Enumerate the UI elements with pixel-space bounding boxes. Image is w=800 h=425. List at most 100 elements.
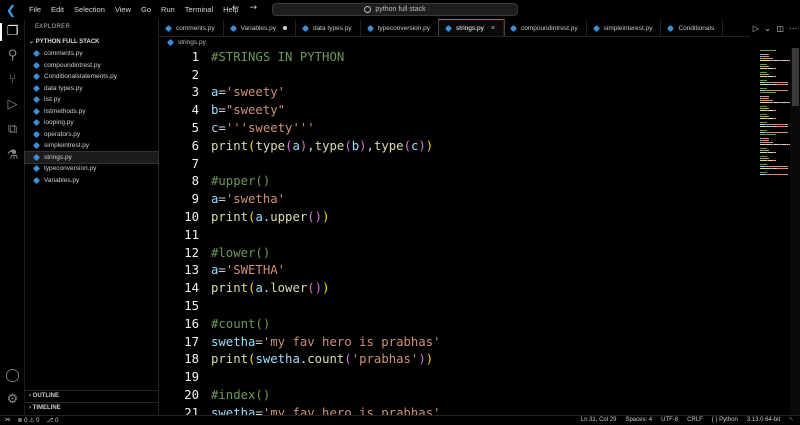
outline-section[interactable]: › OUTLINE	[25, 390, 159, 401]
code-line[interactable]: 16 #count()	[159, 315, 270, 333]
code-line[interactable]: 3 a='sweety'	[159, 84, 285, 102]
code-line[interactable]: 2	[159, 66, 199, 84]
code-line[interactable]: 17 swetha='my fav hero is prabhas'	[159, 333, 440, 351]
code-line[interactable]: 4 b="sweety"	[159, 101, 285, 119]
file-item[interactable]: comments.py	[25, 48, 158, 60]
run-python-icon[interactable]: ▷	[753, 24, 759, 33]
file-item[interactable]: list.py	[25, 94, 158, 106]
menu-selection[interactable]: Selection	[69, 5, 110, 14]
code-line[interactable]: 11	[159, 226, 199, 244]
line-code: swetha='my fav hero is prabhas'	[211, 335, 441, 349]
source-control-icon[interactable]: ⑂	[4, 71, 21, 88]
code-line[interactable]: 1 #STRINGS IN PYTHON	[159, 48, 345, 66]
code-line[interactable]: 19	[159, 368, 199, 386]
code-token: swetha	[211, 334, 256, 349]
back-arrow-icon[interactable]: ←	[232, 3, 240, 13]
code-token: type	[373, 138, 404, 153]
minimap[interactable]	[757, 48, 790, 415]
account-icon[interactable]: ◯	[4, 367, 21, 384]
close-icon[interactable]: ×	[491, 25, 495, 32]
code-token: =	[218, 121, 226, 136]
code-line[interactable]: 5 c='''sweety'''	[159, 119, 315, 137]
breadcrumb-file[interactable]: strings.py	[178, 39, 206, 46]
ports-indicator[interactable]: ⎇ 0	[47, 417, 59, 424]
run-debug-icon[interactable]: ▷	[4, 96, 21, 113]
file-item[interactable]: looping.py	[25, 117, 158, 129]
code-line[interactable]: 18 print(swetha.count('prabhas'))	[159, 351, 433, 369]
code-editor[interactable]: 1 #STRINGS IN PYTHON 2 3 a='sweety' 4 b="sweet…	[159, 48, 755, 415]
code-line[interactable]: 13 a='SWETHA'	[159, 262, 285, 280]
timeline-section[interactable]: › TIMELINE	[25, 402, 159, 413]
line-code: print(type(a),type(b),type(c))	[211, 139, 433, 153]
code-line[interactable]: 14 print(a.lower())	[159, 279, 329, 297]
editor-tab[interactable]: data types.py	[296, 19, 361, 36]
menu-bar: File Edit Selection View Go Run Terminal Help	[24, 5, 244, 14]
command-center[interactable]: python full stack	[272, 3, 518, 16]
search-icon[interactable]: ⚲	[4, 47, 21, 64]
line-ending[interactable]: CRLF	[687, 417, 703, 424]
minimap-token	[787, 168, 788, 169]
forward-arrow-icon[interactable]: →	[250, 3, 258, 13]
cursor-position[interactable]: Ln 31, Col 29	[581, 417, 617, 424]
editor-tab[interactable]: comments.py	[159, 19, 224, 36]
indentation[interactable]: Spaces: 4	[625, 417, 652, 424]
line-number: 17	[184, 334, 199, 349]
menu-file[interactable]: File	[24, 5, 46, 14]
explorer-sidebar: EXPLORER ⌄ PYTHON FULL STACK comments.py…	[24, 19, 159, 415]
python-interpreter[interactable]: 3.13.0 64-bit	[747, 417, 780, 424]
more-actions-icon[interactable]: ⋯	[789, 24, 797, 33]
code-line[interactable]: 7	[159, 155, 199, 173]
code-line[interactable]: 21 swetha='my fav hero is prabhas'	[159, 404, 440, 415]
line-number: 6	[191, 138, 199, 153]
menu-edit[interactable]: Edit	[46, 5, 69, 14]
code-line[interactable]: 10 print(a.upper())	[159, 208, 329, 226]
extensions-icon[interactable]: ⧉	[4, 121, 21, 138]
encoding[interactable]: UTF-8	[661, 417, 678, 424]
minimap-token	[760, 88, 767, 89]
code-line[interactable]: 6 print(type(a),type(b),type(c))	[159, 137, 434, 155]
menu-go[interactable]: Go	[136, 5, 156, 14]
editor-tab[interactable]: compoundintrest.py	[504, 19, 587, 36]
file-item[interactable]: compoundintrest.py	[25, 60, 158, 72]
menu-run[interactable]: Run	[156, 5, 180, 14]
line-number: 7	[191, 156, 199, 171]
run-dropdown-icon[interactable]: ⌄	[764, 24, 771, 33]
split-editor-icon[interactable]: ◫	[776, 24, 784, 33]
menu-terminal[interactable]: Terminal	[180, 5, 218, 14]
code-line[interactable]: 12 #lower()	[159, 244, 270, 262]
code-line[interactable]: 8 #upper()	[159, 173, 271, 191]
remote-indicator-icon[interactable]: ⫘	[5, 417, 10, 424]
code-token: 'sweety'	[225, 85, 286, 100]
file-item[interactable]: Variables.py	[25, 175, 158, 187]
problems-indicator[interactable]: ⊗ 0 ⚠ 0	[17, 417, 39, 424]
file-item[interactable]: simpleintrest.py	[25, 140, 158, 152]
python-file-icon	[32, 107, 41, 115]
code-token: '''sweety'''	[225, 121, 315, 136]
editor-tab[interactable]: Conditionals	[661, 19, 724, 36]
code-line[interactable]: 20 #index()	[159, 386, 270, 404]
code-line[interactable]: 9 a='swetha'	[159, 190, 285, 208]
breadcrumb[interactable]: strings.py	[159, 37, 759, 48]
file-item[interactable]: operators.py	[25, 129, 158, 141]
menu-view[interactable]: View	[110, 5, 136, 14]
code-token: print	[211, 281, 249, 296]
explorer-icon[interactable]: ❐	[4, 23, 21, 40]
settings-gear-icon[interactable]: ⚙	[4, 391, 21, 408]
workspace-folder[interactable]: ⌄ PYTHON FULL STACK	[25, 36, 158, 48]
file-item[interactable]: Conditionalstatements.py	[25, 71, 158, 83]
file-item[interactable]: strings.py	[24, 150, 159, 164]
file-item[interactable]: listmethods.py	[25, 106, 158, 118]
code-line[interactable]: 15	[159, 297, 199, 315]
testing-icon[interactable]: ⚗	[4, 147, 21, 164]
notifications-bell-icon[interactable]: ␇	[789, 417, 794, 424]
file-item[interactable]: data types.py	[25, 83, 158, 95]
code-token: a	[255, 210, 263, 225]
file-item[interactable]: typeconversion.py	[25, 163, 158, 175]
editor-tab[interactable]: strings.py ×	[438, 19, 505, 36]
editor-tab[interactable]: typeconversion.py	[361, 19, 440, 36]
unsaved-dot-icon[interactable]	[282, 26, 287, 30]
scrollbar-thumb[interactable]	[792, 48, 799, 106]
editor-tab[interactable]: simpleinterest.py	[587, 19, 662, 36]
editor-tab[interactable]: Variables.py	[224, 19, 296, 36]
language-mode[interactable]: { } Python	[712, 417, 738, 424]
